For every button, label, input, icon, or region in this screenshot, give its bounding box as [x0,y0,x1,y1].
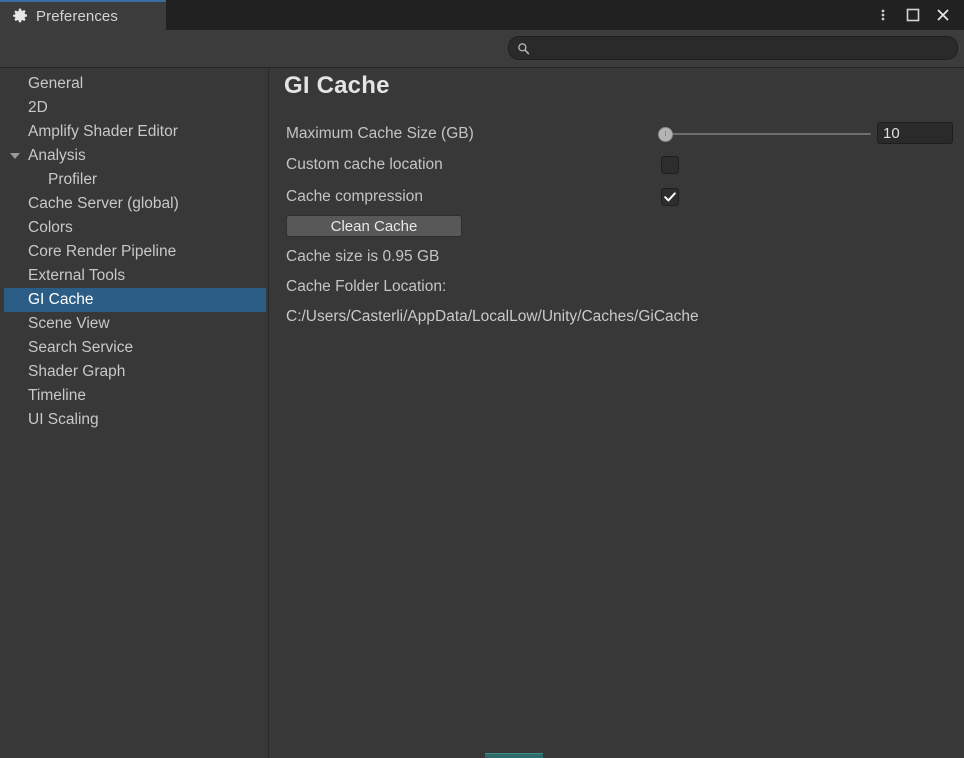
sidebar-item-label: Amplify Shader Editor [28,123,178,141]
sidebar-item-general[interactable]: General [4,72,266,96]
title-bar: Preferences [0,0,964,30]
close-button[interactable] [928,0,958,30]
sidebar-item-amplify-shader-editor[interactable]: Amplify Shader Editor [4,120,266,144]
chevron-down-icon[interactable] [10,153,20,159]
row-custom-cache-location: Custom cache location [269,153,964,177]
sidebar-item-label: Search Service [28,339,134,357]
tab-preferences[interactable]: Preferences [0,0,166,30]
search-icon [518,42,530,54]
more-options-button[interactable] [868,0,898,30]
sidebar-item-external-tools[interactable]: External Tools [4,264,266,288]
sidebar-item-gi-cache[interactable]: GI Cache [4,288,266,312]
sidebar-item-label: Colors [28,219,73,237]
sidebar-item-analysis[interactable]: Analysis [4,144,266,168]
custom-cache-location-label: Custom cache location [286,156,443,174]
cache-folder-path: C:/Users/Casterli/AppData/LocalLow/Unity… [286,308,699,325]
search-input[interactable] [536,37,949,59]
sidebar-item-profiler[interactable]: Profiler [4,168,266,192]
max-cache-size-slider-track[interactable] [659,133,871,135]
settings-sidebar: General 2D Amplify Shader Editor Analysis Pr… [0,68,269,758]
cache-folder-location-label: Cache Folder Location: [286,278,447,295]
bottom-status-sliver [485,753,543,758]
row-maximum-cache-size: Maximum Cache Size (GB) [269,122,964,146]
window-controls [868,0,964,30]
sidebar-item-search-service[interactable]: Search Service [4,336,266,360]
maximize-icon [906,8,920,22]
preferences-window: Preferences General 2D Amplify Shader Ed… [0,0,964,758]
sidebar-item-label: Shader Graph [28,363,126,381]
sidebar-item-core-render-pipeline[interactable]: Core Render Pipeline [4,240,266,264]
sidebar-item-label: External Tools [28,267,126,285]
sidebar-item-label: General [28,75,84,93]
tab-label: Preferences [36,7,118,25]
sidebar-item-label: Cache Server (global) [28,195,179,213]
maximize-button[interactable] [898,0,928,30]
window-body: General 2D Amplify Shader Editor Analysis Pr… [0,68,964,758]
check-icon [664,192,676,202]
sidebar-item-label: GI Cache [28,291,94,309]
sidebar-item-label: Profiler [48,171,98,189]
sidebar-item-scene-view[interactable]: Scene View [4,312,266,336]
titlebar-spacer [166,0,868,30]
sidebar-item-label: Core Render Pipeline [28,243,177,261]
cache-compression-label: Cache compression [286,188,423,206]
sidebar-item-label: UI Scaling [28,411,99,429]
max-cache-size-input[interactable] [877,122,953,144]
gear-icon [13,8,27,23]
sidebar-item-label: Scene View [28,315,110,333]
clean-cache-button[interactable]: Clean Cache [286,215,462,237]
close-icon [937,9,949,21]
toolbar [0,30,964,68]
row-cache-compression: Cache compression [269,185,964,209]
sidebar-item-2d[interactable]: 2D [4,96,266,120]
kebab-menu-icon [881,9,885,21]
sidebar-item-shader-graph[interactable]: Shader Graph [4,360,266,384]
settings-panel: GI Cache Maximum Cache Size (GB) Custom … [269,68,964,758]
max-cache-size-slider-handle[interactable] [658,127,674,142]
sidebar-item-ui-scaling[interactable]: UI Scaling [4,408,266,432]
sidebar-item-label: 2D [28,99,48,117]
search-box[interactable] [508,36,958,60]
sidebar-item-timeline[interactable]: Timeline [4,384,266,408]
sidebar-item-label: Timeline [28,387,86,405]
sidebar-item-cache-server-global[interactable]: Cache Server (global) [4,192,266,216]
custom-cache-location-checkbox[interactable] [661,156,679,174]
cache-compression-checkbox[interactable] [661,188,679,206]
page-title: GI Cache [284,72,390,99]
sidebar-item-colors[interactable]: Colors [4,216,266,240]
cache-size-text: Cache size is 0.95 GB [286,248,440,265]
maximum-cache-size-label: Maximum Cache Size (GB) [286,125,474,143]
